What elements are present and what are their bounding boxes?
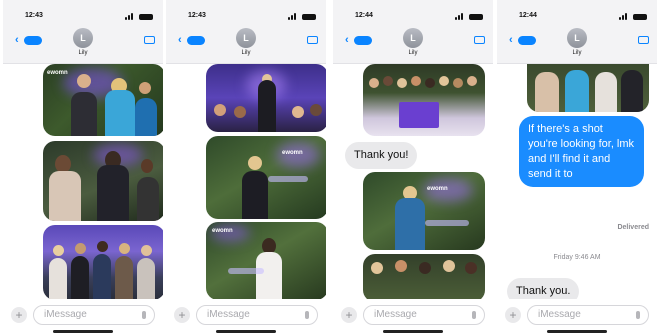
home-indicator: [216, 330, 276, 333]
back-button[interactable]: [24, 36, 42, 45]
event-sign: ewomn: [47, 70, 68, 76]
plus-icon[interactable]: +: [341, 307, 357, 323]
event-sign: ewomn: [427, 186, 448, 192]
video-camera-icon[interactable]: [144, 36, 155, 44]
microphone-icon[interactable]: [142, 311, 146, 319]
back-button[interactable]: [187, 36, 205, 45]
status-time: 12:43: [188, 12, 206, 19]
event-banner: [399, 102, 439, 128]
video-camera-icon[interactable]: [638, 36, 649, 44]
event-photo[interactable]: ewomn: [363, 172, 485, 250]
phone-screen-1: 12:43 ‹ L Lily ewomn + iMessage: [3, 0, 163, 335]
conversation-header: ‹ L Lily: [3, 22, 163, 64]
event-photo[interactable]: [527, 64, 649, 112]
status-time: 12:44: [519, 12, 537, 19]
phone-screen-2: 12:43 ‹ L Lily ewomn ewomn + iMessage: [166, 0, 326, 335]
message-composer: + iMessage: [497, 299, 657, 335]
home-indicator: [53, 330, 113, 333]
contact-name[interactable]: Lily: [166, 50, 326, 56]
imessage-input[interactable]: iMessage: [196, 305, 318, 325]
event-sign: ewomn: [212, 228, 233, 234]
plus-icon[interactable]: +: [11, 307, 27, 323]
imessage-input[interactable]: iMessage: [33, 305, 155, 325]
imessage-input[interactable]: iMessage: [527, 305, 649, 325]
chevron-left-icon[interactable]: ‹: [178, 34, 182, 46]
phone-screen-3: 12:44 ‹ L Lily Thank you! ewomn + iMessa…: [333, 0, 493, 335]
microphone-icon[interactable]: [472, 311, 476, 319]
input-placeholder: iMessage: [374, 309, 417, 320]
event-photo[interactable]: [363, 254, 485, 302]
video-camera-icon[interactable]: [474, 36, 485, 44]
signal-wifi-battery-icon: [455, 13, 485, 20]
signal-wifi-battery-icon: [125, 13, 155, 20]
signal-wifi-battery-icon: [619, 13, 649, 20]
plus-icon[interactable]: +: [505, 307, 521, 323]
chevron-left-icon[interactable]: ‹: [345, 34, 349, 46]
home-indicator: [383, 330, 443, 333]
message-composer: + iMessage: [3, 299, 163, 335]
delivered-status: Delivered: [617, 224, 649, 231]
status-time: 12:43: [25, 12, 43, 19]
imessage-input[interactable]: iMessage: [363, 305, 485, 325]
contact-name[interactable]: Lily: [333, 50, 493, 56]
microphone-icon[interactable]: [636, 311, 640, 319]
event-photo[interactable]: [206, 64, 326, 132]
message-composer: + iMessage: [166, 299, 326, 335]
incoming-message[interactable]: Thank you!: [345, 142, 418, 169]
conversation-header: ‹ L Lily: [333, 22, 493, 64]
avatar[interactable]: L: [403, 28, 423, 48]
conversation-header: ‹ L Lily: [497, 22, 657, 64]
message-timestamp: Friday 9:46 AM: [553, 254, 601, 261]
input-placeholder: iMessage: [44, 309, 87, 320]
event-photo[interactable]: [363, 64, 485, 136]
input-placeholder: iMessage: [538, 309, 581, 320]
status-time: 12:44: [355, 12, 373, 19]
video-camera-icon[interactable]: [307, 36, 318, 44]
chevron-left-icon[interactable]: ‹: [15, 34, 19, 46]
home-indicator: [547, 330, 607, 333]
avatar[interactable]: L: [567, 28, 587, 48]
conversation-header: ‹ L Lily: [166, 22, 326, 64]
phone-screen-4: 12:44 ‹ L Lily If there's a shot you're …: [497, 0, 657, 335]
signal-wifi-battery-icon: [288, 13, 318, 20]
input-placeholder: iMessage: [207, 309, 250, 320]
contact-name[interactable]: Lily: [3, 50, 163, 56]
event-photo[interactable]: [43, 225, 163, 300]
avatar[interactable]: L: [73, 28, 93, 48]
avatar[interactable]: L: [236, 28, 256, 48]
contact-name[interactable]: Lily: [497, 50, 657, 56]
event-photo[interactable]: ewomn: [206, 136, 326, 219]
back-button[interactable]: [518, 36, 536, 45]
screenshot-strip: 12:43 ‹ L Lily ewomn + iMessage 12:43 ‹ …: [0, 0, 659, 335]
microphone-icon[interactable]: [305, 311, 309, 319]
event-photo[interactable]: [43, 141, 163, 221]
event-photo[interactable]: ewomn: [206, 222, 326, 300]
chevron-left-icon[interactable]: ‹: [509, 34, 513, 46]
event-sign: ewomn: [282, 150, 303, 156]
outgoing-message[interactable]: If there's a shot you're looking for, lm…: [519, 116, 644, 188]
message-composer: + iMessage: [333, 299, 493, 335]
back-button[interactable]: [354, 36, 372, 45]
event-photo[interactable]: ewomn: [43, 64, 163, 136]
plus-icon[interactable]: +: [174, 307, 190, 323]
